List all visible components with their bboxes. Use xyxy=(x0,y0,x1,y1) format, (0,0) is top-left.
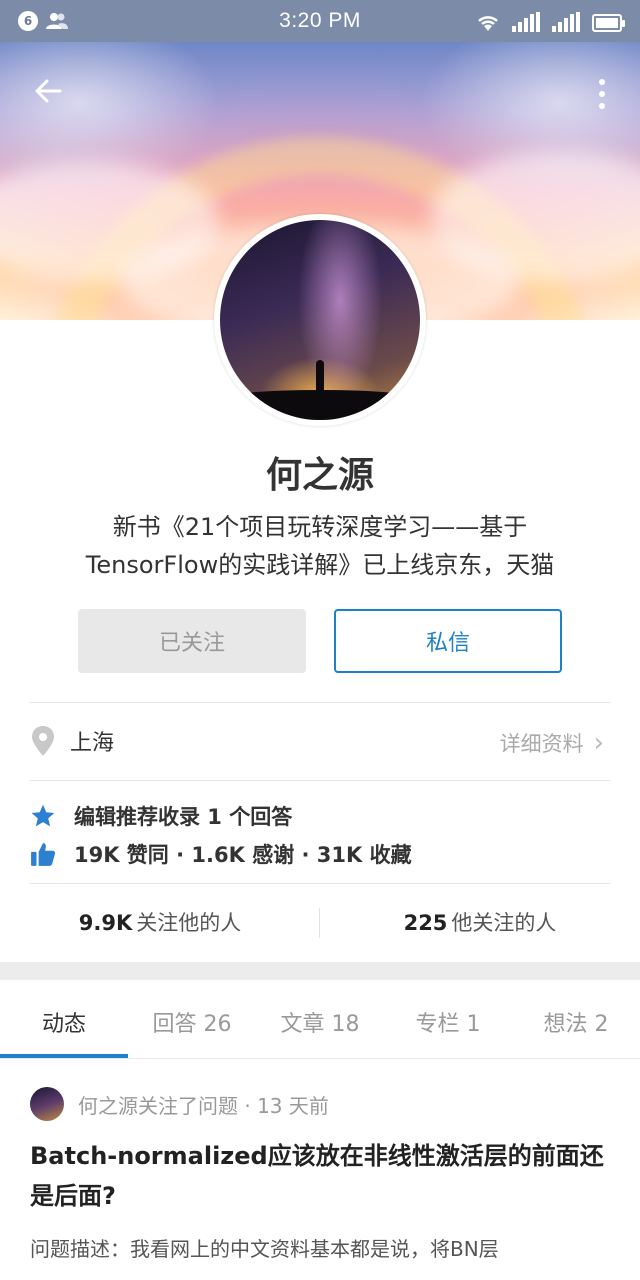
battery-icon xyxy=(592,14,625,32)
divider xyxy=(30,702,610,703)
profile-bio: 新书《21个项目玩转深度学习——基于 TensorFlow的实践详解》已上线京东… xyxy=(40,508,600,584)
following-label: 他关注的人 xyxy=(451,911,557,935)
followers-label: 关注他的人 xyxy=(136,911,242,935)
detail-link-label: 详细资料 xyxy=(499,732,584,756)
feed-item-meta: 何之源关注了问题 · 13 天前 xyxy=(30,1086,329,1122)
tab-articles[interactable]: 文章 18 xyxy=(256,990,384,1058)
back-arrow-icon[interactable] xyxy=(30,76,66,112)
private-message-button[interactable]: 私信 xyxy=(334,609,562,673)
follow-stats: 9.9K 关注他的人 225 他关注的人 xyxy=(0,896,640,948)
star-icon xyxy=(31,804,55,827)
following-link[interactable]: 225 他关注的人 xyxy=(320,907,640,937)
more-vertical-icon[interactable] xyxy=(592,76,612,112)
location-row[interactable]: 上海 详细资料 › xyxy=(30,712,610,770)
divider xyxy=(0,1058,640,1059)
feed-item-body[interactable]: 问题描述：我看网上的中文资料基本都是说，将BN层 xyxy=(30,1232,630,1266)
signal-2-icon xyxy=(552,12,580,32)
following-button[interactable]: 已关注 xyxy=(78,609,306,673)
location-pin-icon xyxy=(32,726,54,756)
avatar[interactable] xyxy=(30,1087,64,1121)
signal-icon xyxy=(512,12,540,32)
following-count: 225 xyxy=(403,911,448,935)
tab-thoughts[interactable]: 想法 2 xyxy=(512,990,640,1058)
profile-tabs: 动态 回答 26 文章 18 专栏 1 想法 2 xyxy=(0,990,640,1058)
editor-pick-text: 编辑推荐收录 1 个回答 xyxy=(74,805,293,829)
avatar-image xyxy=(220,220,420,420)
feed-meta-text: 何之源关注了问题 · 13 天前 xyxy=(78,1093,329,1118)
detail-link[interactable]: 详细资料 › xyxy=(500,728,604,758)
avatar[interactable] xyxy=(214,214,426,426)
followers-count: 9.9K xyxy=(78,911,133,935)
profile-bio-line: TensorFlow的实践详解》已上线京东，天猫 xyxy=(85,551,555,579)
section-gap xyxy=(0,962,640,980)
feed-item-title[interactable]: Batch-normalized应该放在非线性激活层的前面还是后面? xyxy=(30,1136,610,1216)
divider xyxy=(30,780,610,781)
location-text: 上海 xyxy=(70,731,115,756)
profile-name: 何之源 xyxy=(265,455,374,496)
wifi-icon xyxy=(478,16,498,31)
status-right xyxy=(476,10,625,32)
divider xyxy=(30,883,610,884)
status-bar: 6 3:20 PM xyxy=(0,0,640,42)
divider xyxy=(319,908,320,938)
chevron-right-icon: › xyxy=(593,728,604,758)
likes-stats-text: 19K 赞同 · 1.6K 感谢 · 31K 收藏 xyxy=(74,843,412,867)
thumbs-up-icon xyxy=(31,843,56,866)
profile-bio-line: 新书《21个项目玩转深度学习——基于 xyxy=(112,513,528,541)
tab-activity[interactable]: 动态 xyxy=(0,990,128,1058)
editor-pick-row[interactable]: 编辑推荐收录 1 个回答 xyxy=(30,798,292,834)
followers-link[interactable]: 9.9K 关注他的人 xyxy=(0,907,320,937)
tab-columns[interactable]: 专栏 1 xyxy=(384,990,512,1058)
likes-row[interactable]: 19K 赞同 · 1.6K 感谢 · 31K 收藏 xyxy=(30,836,412,872)
tab-answers[interactable]: 回答 26 xyxy=(128,990,256,1058)
